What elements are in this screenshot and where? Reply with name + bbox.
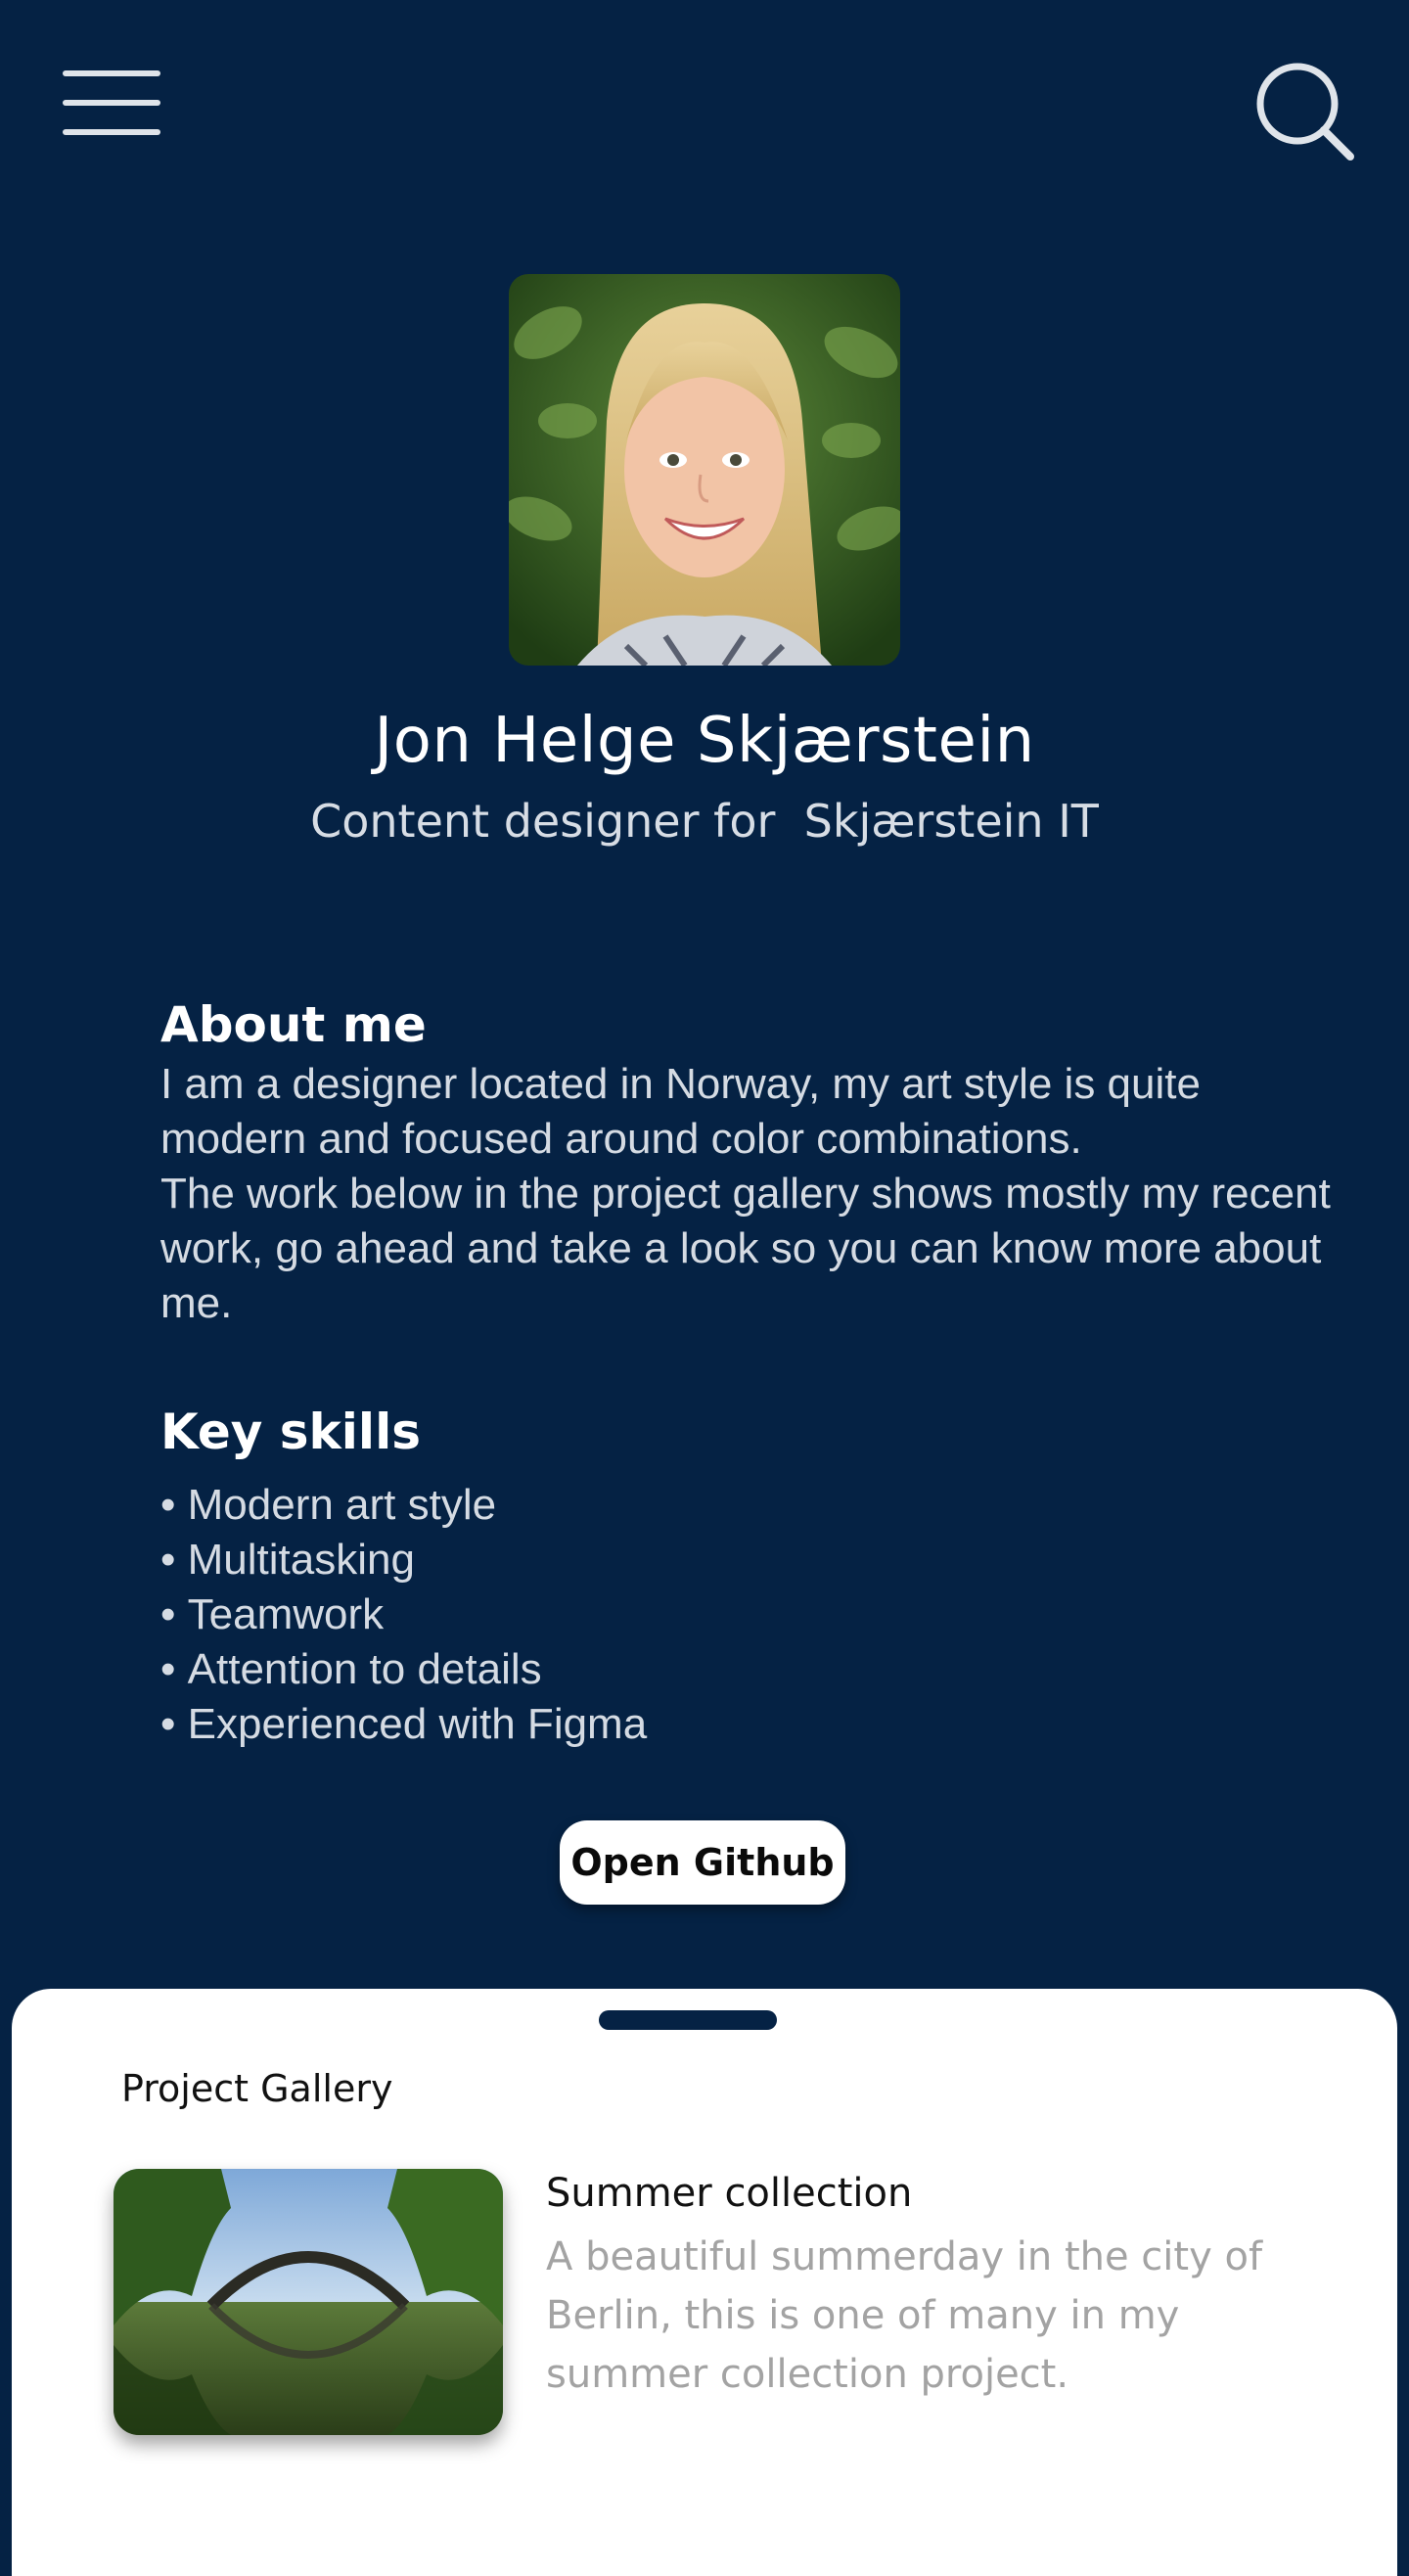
avatar — [509, 274, 900, 666]
about-title: About me — [160, 996, 427, 1053]
skills-title: Key skills — [160, 1403, 421, 1460]
skill-item: Experienced with Figma — [160, 1697, 648, 1752]
open-github-button[interactable]: Open Github — [560, 1820, 845, 1905]
skill-item: Attention to details — [160, 1642, 647, 1697]
gallery-title: Project Gallery — [121, 2067, 393, 2110]
skills-list: Modern art style Multitasking Teamwork A… — [160, 1478, 648, 1752]
gallery-item-title[interactable]: Summer collection — [546, 2171, 912, 2216]
gallery-item-image[interactable] — [114, 2169, 503, 2435]
skill-item: Teamwork — [160, 1587, 647, 1642]
hamburger-menu-line — [63, 100, 160, 106]
search-button[interactable] — [1252, 59, 1360, 166]
skill-item: Multitasking — [160, 1533, 647, 1587]
hamburger-menu-icon — [63, 70, 160, 76]
search-icon — [1256, 63, 1354, 161]
menu-button[interactable] — [59, 70, 166, 143]
skill-item: Modern art style — [160, 1478, 647, 1533]
hamburger-menu-line — [63, 129, 160, 135]
gallery-item-description: A beautiful summerday in the city of Ber… — [546, 2234, 1263, 2397]
profile-name: Jon Helge Skjærstein — [374, 705, 1035, 777]
sheet-drag-handle[interactable] — [599, 2010, 777, 2030]
about-text: I am a designer located in Norway, my ar… — [160, 1060, 1331, 1327]
profile-role: Content designer for Skjærstein IT — [310, 795, 1099, 848]
